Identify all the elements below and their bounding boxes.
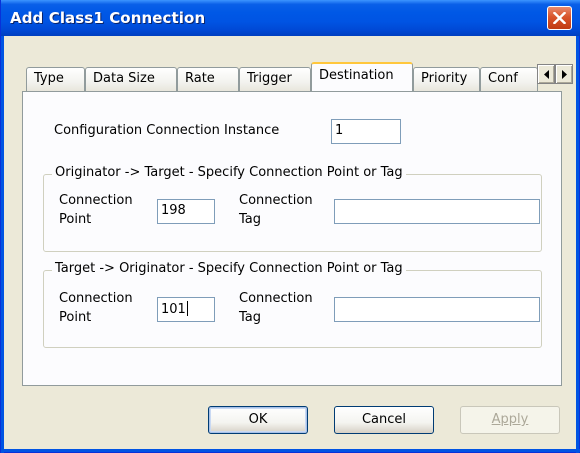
tab-trigger[interactable]: Trigger xyxy=(239,67,311,91)
destination-tab-panel: Configuration Connection Instance 1 Orig… xyxy=(22,91,562,386)
tab-scroll-arrows xyxy=(537,64,573,84)
window-border-bottom xyxy=(1,449,580,452)
arrow-left-icon xyxy=(544,70,549,79)
apply-button-label: Apply xyxy=(491,412,529,427)
apply-button[interactable]: Apply xyxy=(460,406,560,434)
tab-scroll-left-button[interactable] xyxy=(537,64,555,84)
window-border-left xyxy=(1,36,4,453)
to-connection-tag-label-line1: Connection xyxy=(239,291,313,306)
ot-connection-tag-label-line1: Connection xyxy=(239,193,313,208)
to-connection-point-value: 101 xyxy=(161,302,186,317)
tab-destination[interactable]: Destination xyxy=(311,62,413,91)
window-border-right xyxy=(576,36,579,453)
close-icon xyxy=(553,12,566,24)
arrow-right-icon xyxy=(562,70,567,79)
to-connection-point-label-line2: Point xyxy=(59,310,92,325)
tab-priority[interactable]: Priority xyxy=(413,67,480,91)
tab-rate[interactable]: Rate xyxy=(177,67,239,91)
tab-scroll-right-button[interactable] xyxy=(555,64,573,84)
config-instance-label: Configuration Connection Instance xyxy=(54,123,280,138)
to-connection-point-input[interactable]: 101 xyxy=(157,297,215,322)
ot-connection-tag-input[interactable] xyxy=(334,199,540,224)
text-caret xyxy=(186,301,188,316)
tab-conf[interactable]: Conf xyxy=(480,67,538,91)
cancel-button[interactable]: Cancel xyxy=(334,406,434,434)
ot-connection-point-input[interactable]: 198 xyxy=(157,199,215,224)
target-to-originator-legend: Target -> Originator - Specify Connectio… xyxy=(52,261,406,276)
to-connection-tag-label-line2: Tag xyxy=(239,310,262,325)
ot-connection-tag-label-line2: Tag xyxy=(239,212,262,227)
close-button[interactable] xyxy=(547,6,572,30)
dialog-window: Add Class1 Connection Configuration Conn… xyxy=(0,0,580,453)
tab-type[interactable]: Type xyxy=(26,67,85,91)
to-connection-point-label-line1: Connection xyxy=(59,291,133,306)
tab-data-size[interactable]: Data Size xyxy=(85,67,177,91)
config-instance-input[interactable]: 1 xyxy=(331,119,401,144)
originator-to-target-legend: Originator -> Target - Specify Connectio… xyxy=(52,165,406,180)
to-connection-tag-input[interactable] xyxy=(334,297,540,322)
title-bar[interactable]: Add Class1 Connection xyxy=(1,0,580,36)
ok-button[interactable]: OK xyxy=(208,406,308,434)
ot-connection-point-label-line2: Point xyxy=(59,212,92,227)
window-title: Add Class1 Connection xyxy=(10,9,206,27)
ot-connection-point-label-line1: Connection xyxy=(59,193,133,208)
